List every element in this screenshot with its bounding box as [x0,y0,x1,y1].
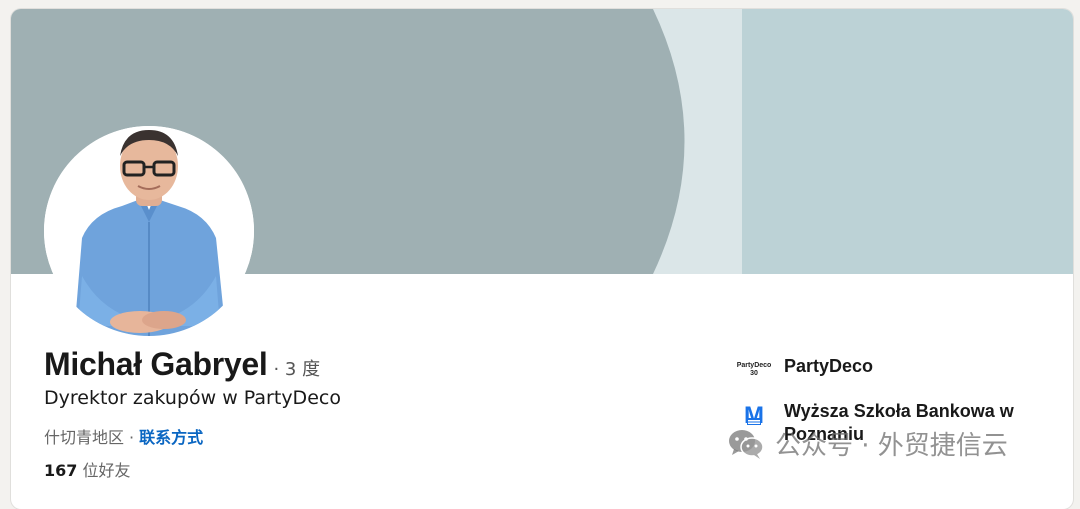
name-row: Michał Gabryel · 3 度 [44,346,320,383]
connections-count[interactable]: 167 位好友 [44,457,131,481]
connection-degree: · 3 度 [273,359,321,380]
profile-name: Michał Gabryel [44,346,268,382]
current-company[interactable]: PartyDeco 30 PartyDeco [736,355,1054,385]
partydeco-logo-number: 30 [750,370,758,377]
profile-card: Michał Gabryel · 3 度 Dyrektor zakupów w … [11,9,1073,509]
profile-photo[interactable] [44,126,254,336]
profile-headline: Dyrektor zakupów w PartyDeco [44,387,341,409]
partydeco-logo-text: PartyDeco [736,362,772,369]
company-name: PartyDeco [784,356,874,376]
contact-info-link[interactable]: 联系方式 [139,428,203,447]
location-row: 什切青地区 · 联系方式 [44,424,203,448]
school-name: Wyższa Szkoła Bankowa w Poznaniu [784,401,1014,444]
separator-dot: · [129,428,135,447]
connections-number: 167 [44,461,78,480]
education-school[interactable]: M Wyższa Szkoła Bankowa w Poznaniu [738,400,1054,446]
connections-label: 位好友 [82,461,131,480]
profile-location: 什切青地区 [44,428,125,447]
partydeco-logo: PartyDeco 30 [736,355,772,385]
wsb-logo: M [738,400,770,430]
